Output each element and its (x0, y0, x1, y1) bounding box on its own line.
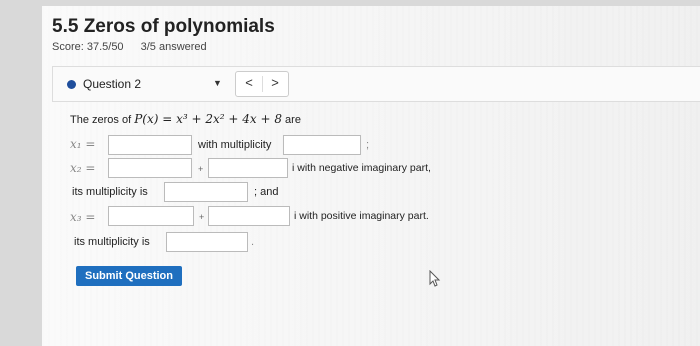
x3-imaginary-input[interactable] (208, 206, 290, 226)
pager-divider (262, 76, 263, 92)
with-multiplicity-label: with multiplicity (198, 139, 272, 151)
positive-imaginary-text: i with positive imaginary part. (294, 210, 429, 222)
dropdown-caret-icon[interactable]: ▼ (213, 78, 222, 88)
question-status-dot-icon (67, 80, 76, 89)
x3-period: . (251, 236, 255, 248)
and-text: ; and (254, 186, 279, 198)
score-text: Score: 37.5/50 (52, 41, 124, 53)
x1-multiplicity-input[interactable] (283, 135, 361, 155)
x2-plus-sign: + (198, 164, 204, 174)
question-label[interactable]: Question 2 (83, 77, 141, 91)
x1-input[interactable] (108, 135, 192, 155)
mouse-cursor-icon (429, 270, 441, 287)
question-intro: The zeros of P(x) = x³ + 2x² + 4x + 8 ar… (70, 112, 301, 126)
x3-plus-sign: + (199, 212, 205, 222)
polynomial-expression: P(x) = x³ + 2x² + 4x + 8 (134, 112, 282, 126)
prev-question-button[interactable]: < (239, 75, 259, 90)
x1-label: x₁ = (70, 137, 96, 151)
x3-real-input[interactable] (108, 206, 194, 226)
negative-imaginary-text: i with negative imaginary part, (292, 162, 431, 174)
x2-multiplicity-label: its multiplicity is (72, 186, 148, 198)
x2-multiplicity-input[interactable] (164, 182, 248, 202)
x3-label: x₃ = (70, 210, 96, 224)
intro-prefix: The zeros of (70, 114, 132, 126)
x3-multiplicity-label: its multiplicity is (74, 236, 150, 248)
answered-text: 3/5 answered (140, 41, 207, 53)
score-line: Score: 37.5/50 3/5 answered (52, 41, 207, 53)
x2-label: x₂ = (70, 161, 96, 175)
question-pager: < > (235, 71, 289, 97)
question-nav-bar: Question 2 ▼ < > (52, 66, 700, 102)
x1-semicolon: ; (366, 139, 370, 151)
next-question-button[interactable]: > (265, 75, 285, 90)
intro-suffix: are (285, 114, 301, 126)
submit-question-button[interactable]: Submit Question (76, 266, 182, 286)
page-title: 5.5 Zeros of polynomials (52, 16, 275, 37)
x2-real-input[interactable] (108, 158, 192, 178)
x3-multiplicity-input[interactable] (166, 232, 248, 252)
question-page: 5.5 Zeros of polynomials Score: 37.5/50 … (42, 6, 700, 346)
x2-imaginary-input[interactable] (208, 158, 288, 178)
